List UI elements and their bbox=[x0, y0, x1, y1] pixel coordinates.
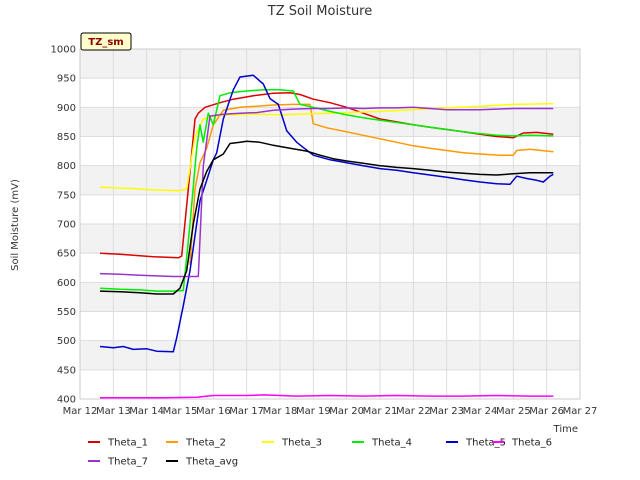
x-tick-label: Mar 23 bbox=[429, 406, 464, 417]
x-tick-label: Mar 13 bbox=[96, 406, 131, 417]
chart-title: TZ Soil Moisture bbox=[267, 4, 373, 19]
grid-band bbox=[80, 282, 580, 312]
x-tick-label: Mar 21 bbox=[363, 406, 398, 417]
y-tick-label: 1000 bbox=[51, 45, 76, 56]
x-tick-label: Mar 18 bbox=[263, 406, 298, 417]
y-tick-label: 800 bbox=[57, 161, 76, 172]
x-tick-label: Mar 27 bbox=[563, 406, 598, 417]
y-tick-label: 900 bbox=[57, 103, 76, 114]
legend-label: Theta_7 bbox=[107, 457, 148, 468]
x-axis-label: Time bbox=[553, 424, 578, 435]
legend-label: Theta_avg bbox=[185, 457, 238, 468]
soil-moisture-chart: TZ Soil Moisture 400 450 500 550 600 650 700 75… bbox=[0, 0, 640, 480]
legend-label: Theta_3 bbox=[281, 438, 322, 449]
legend-label: Theta_4 bbox=[371, 438, 412, 449]
x-tick-label: Mar 20 bbox=[329, 406, 364, 417]
x-tick-label: Mar 24 bbox=[463, 406, 498, 417]
x-tick-label: Mar 14 bbox=[129, 406, 164, 417]
y-tick-label: 950 bbox=[57, 74, 76, 85]
y-tick-label: 700 bbox=[57, 220, 76, 231]
x-axis-ticks: Mar 12Mar 13Mar 14Mar 15Mar 16Mar 17Mar … bbox=[63, 406, 598, 417]
x-tick-label: Mar 17 bbox=[229, 406, 264, 417]
y-tick-label: 650 bbox=[57, 249, 76, 260]
legend-label: Theta_6 bbox=[511, 438, 552, 449]
x-tick-label: Mar 15 bbox=[163, 406, 198, 417]
grid-band bbox=[80, 224, 580, 254]
y-tick-label: 500 bbox=[57, 336, 76, 347]
grid-band bbox=[80, 340, 580, 370]
site-badge-label: TZ_sm bbox=[88, 37, 123, 48]
legend-label: Theta_2 bbox=[185, 438, 226, 449]
y-tick-label: 400 bbox=[57, 395, 76, 406]
x-tick-label: Mar 26 bbox=[529, 406, 564, 417]
x-tick-label: Mar 22 bbox=[396, 406, 431, 417]
x-tick-label: Mar 19 bbox=[296, 406, 331, 417]
grid-band bbox=[80, 49, 580, 79]
y-tick-label: 450 bbox=[57, 365, 76, 376]
x-tick-label: Mar 25 bbox=[496, 406, 531, 417]
x-tick-label: Mar 16 bbox=[196, 406, 231, 417]
y-tick-label: 550 bbox=[57, 307, 76, 318]
x-tick-label: Mar 12 bbox=[63, 406, 98, 417]
legend-label: Theta_1 bbox=[107, 438, 148, 449]
y-tick-label: 750 bbox=[57, 190, 76, 201]
y-tick-label: 600 bbox=[57, 278, 76, 289]
y-tick-label: 850 bbox=[57, 132, 76, 143]
site-badge: TZ_sm bbox=[80, 32, 132, 51]
y-axis-label: Soil Moisture (mV) bbox=[10, 179, 21, 271]
